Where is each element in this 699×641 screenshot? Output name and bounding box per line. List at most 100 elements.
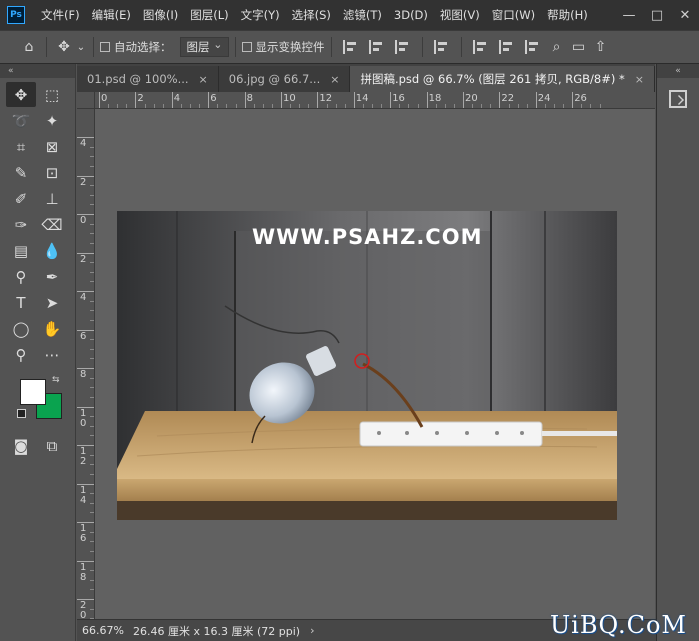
screen-mode-icon[interactable]: ⧉ (37, 433, 67, 458)
ruler-tick-label: 26 (574, 93, 587, 104)
menu-3d[interactable]: 3D(D) (388, 0, 434, 30)
ruler-origin[interactable] (77, 92, 95, 109)
close-button[interactable]: ✕ (671, 0, 699, 30)
type-tool-icon[interactable]: T (6, 290, 36, 315)
marquee-tool-icon[interactable]: ⬚ (37, 82, 67, 107)
default-colors-icon[interactable] (17, 409, 26, 418)
healing-brush-tool-icon[interactable]: ⊡ (37, 160, 67, 185)
ruler-minor-tick (144, 104, 146, 108)
ruler-minor-tick (90, 416, 94, 418)
canvas-workspace[interactable]: WWW.PSAHZ.COM (95, 109, 655, 619)
align-right-icon[interactable] (394, 40, 411, 54)
eraser-tool-icon[interactable]: ⌫ (37, 212, 67, 237)
ruler-tick-label: 2 (80, 253, 87, 265)
menu-filter[interactable]: 滤镜(T) (337, 0, 388, 30)
home-icon[interactable]: ⌂ (18, 39, 40, 55)
crop-tool-icon[interactable]: ⌗ (6, 134, 36, 159)
eyedropper-tool-icon[interactable]: ✎ (6, 160, 36, 185)
ruler-tick-label: 10 (80, 407, 87, 429)
document-tabs: 01.psd @ 100%... × 06.jpg @ 66.7... × 拼图… (77, 64, 655, 92)
hand-tool-icon[interactable]: ✋ (37, 316, 67, 341)
ruler-minor-tick (362, 104, 364, 108)
menu-file[interactable]: 文件(F) (35, 0, 86, 30)
properties-panel-icon[interactable] (669, 90, 687, 108)
swap-colors-icon[interactable]: ⇆ (52, 375, 60, 385)
auto-select-checkbox[interactable] (100, 42, 110, 52)
minimize-button[interactable]: — (615, 0, 643, 30)
ruler-minor-tick (90, 156, 94, 158)
pen-tool-icon[interactable]: ✒ (37, 264, 67, 289)
dodge-tool-icon[interactable]: ⚲ (6, 264, 36, 289)
right-panel-collapse[interactable]: « (657, 64, 699, 78)
gradient-tool-icon[interactable]: ▤ (6, 238, 36, 263)
path-selection-tool-icon[interactable]: ➤ (37, 290, 67, 315)
more-tools-icon[interactable]: ⋯ (37, 342, 67, 367)
quick-mask-icon[interactable]: ◙ (6, 433, 36, 458)
ruler-minor-tick (90, 493, 94, 495)
menu-layer[interactable]: 图层(L) (184, 0, 234, 30)
menu-select[interactable]: 选择(S) (286, 0, 337, 30)
zoom-tool-icon[interactable]: ⚲ (6, 342, 36, 367)
share-icon[interactable]: ⇧ (590, 39, 612, 55)
close-icon[interactable]: × (635, 73, 644, 86)
show-transform-checkbox[interactable] (241, 42, 252, 52)
ruler-minor-tick (344, 104, 346, 108)
auto-select-target-dropdown[interactable]: 图层 (179, 36, 229, 57)
blur-tool-icon[interactable]: 💧 (37, 238, 67, 263)
chevron-down-icon[interactable]: ⌄ (75, 42, 87, 53)
ruler-minor-tick (90, 223, 94, 225)
move-tool-icon[interactable]: ✥ (6, 82, 36, 107)
stamp-tool-icon[interactable]: ⊥ (37, 186, 67, 211)
frame-tool-icon[interactable]: ⊠ (37, 134, 67, 159)
align-middle-icon[interactable] (498, 40, 515, 54)
distribute-icon[interactable] (433, 40, 450, 54)
tab-01-psd[interactable]: 01.psd @ 100%... × (77, 66, 219, 92)
align-left-icon[interactable] (342, 40, 359, 54)
tools-panel-collapse[interactable]: « (0, 64, 75, 78)
horizontal-ruler[interactable]: 0 2 4 6 8 10 12 14 16 18 20 22 24 26 (95, 92, 655, 109)
divider (421, 37, 423, 57)
close-icon[interactable]: × (330, 73, 339, 86)
history-brush-tool-icon[interactable]: ✑ (6, 212, 36, 237)
menu-window[interactable]: 窗口(W) (486, 0, 541, 30)
menu-image[interactable]: 图像(I) (137, 0, 184, 30)
menu-help[interactable]: 帮助(H) (541, 0, 594, 30)
menu-bar: Ps 文件(F) 编辑(E) 图像(I) 图层(L) 文字(Y) 选择(S) 滤… (0, 0, 699, 30)
brush-tool-icon[interactable]: ✐ (6, 186, 36, 211)
ruler-minor-tick (399, 104, 401, 108)
workspace-icon[interactable]: ▭ (568, 39, 590, 55)
ellipse-tool-icon[interactable]: ◯ (6, 316, 36, 341)
tab-active-document[interactable]: 拼图稿.psd @ 66.7% (图层 261 拷贝, RGB/8#) * × (350, 66, 655, 92)
menu-type[interactable]: 文字(Y) (235, 0, 286, 30)
ruler-minor-tick (381, 104, 383, 108)
document-canvas[interactable]: WWW.PSAHZ.COM (117, 211, 617, 520)
chevron-right-icon[interactable]: › (310, 624, 314, 637)
align-top-icon[interactable] (472, 40, 489, 54)
ruler-minor-tick (599, 104, 601, 108)
zoom-level[interactable]: 66.67% (77, 624, 129, 637)
ruler-tick-label: 8 (80, 369, 87, 380)
lasso-tool-icon[interactable]: ➰ (6, 108, 36, 133)
ruler-tick-label: 12 (80, 446, 87, 467)
divider (330, 37, 332, 57)
magic-wand-tool-icon[interactable]: ✦ (37, 108, 67, 133)
ruler-minor-tick (90, 464, 94, 466)
ruler-minor-tick (90, 233, 94, 235)
search-icon[interactable]: ⌕ (546, 39, 568, 55)
ruler-minor-tick (544, 104, 546, 108)
move-tool-preset-icon[interactable]: ✥ (53, 39, 75, 55)
maximize-button[interactable]: □ (643, 0, 671, 30)
align-bottom-icon[interactable] (524, 40, 541, 54)
menu-edit[interactable]: 编辑(E) (86, 0, 137, 30)
ruler-minor-tick (117, 104, 119, 108)
ruler-minor-tick (90, 348, 94, 350)
align-center-icon[interactable] (368, 40, 385, 54)
menu-view[interactable]: 视图(V) (434, 0, 486, 30)
close-icon[interactable]: × (199, 73, 208, 86)
tab-06-jpg[interactable]: 06.jpg @ 66.7... × (218, 66, 351, 92)
foreground-color-swatch[interactable] (20, 379, 46, 405)
ruler-minor-tick (235, 104, 237, 108)
vertical-ruler[interactable]: 4 2 0 2 4 6 8 10 12 14 16 18 20 (77, 109, 95, 619)
ruler-minor-tick (180, 104, 182, 108)
ruler-minor-tick (326, 104, 328, 108)
